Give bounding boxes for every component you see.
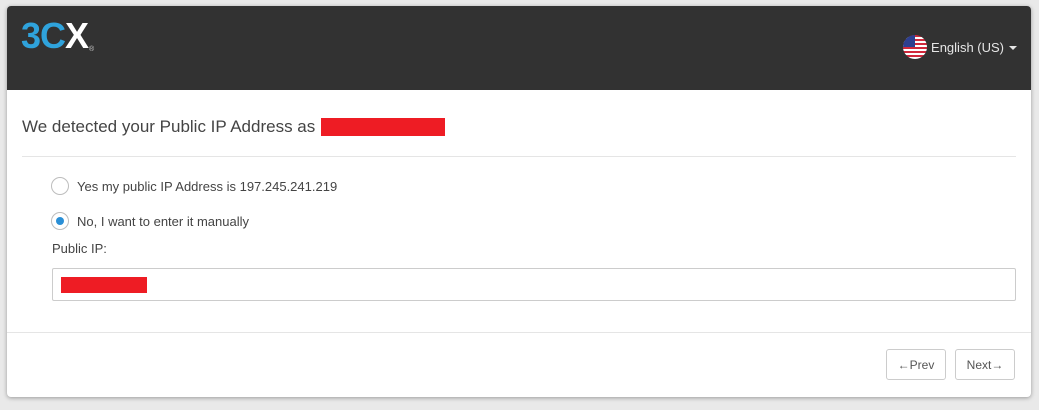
top-bar: 3 C X ® English (US) <box>7 6 1031 90</box>
option-manual-ip-label: No, I want to enter it manually <box>77 213 249 229</box>
public-ip-input[interactable] <box>52 268 1016 301</box>
option-manual-ip[interactable]: No, I want to enter it manually <box>51 212 249 230</box>
wizard-panel: 3 C X ® English (US) We detected your Pu… <box>7 6 1031 397</box>
prev-button[interactable]: ←Prev <box>886 349 946 380</box>
option-auto-ip-label: Yes my public IP Address is 197.245.241.… <box>77 178 338 194</box>
3cx-logo: 3 C X ® <box>21 15 94 56</box>
page-title: We detected your Public IP Address as <box>22 117 446 137</box>
next-button[interactable]: Next→ <box>955 349 1015 380</box>
option-auto-ip[interactable]: Yes my public IP Address is 197.245.241.… <box>51 177 337 195</box>
footer-divider <box>7 332 1031 333</box>
caret-down-icon <box>1009 46 1017 50</box>
divider <box>22 156 1016 157</box>
language-selector[interactable]: English (US) <box>903 35 1017 59</box>
radio-auto-ip[interactable] <box>51 177 69 195</box>
public-ip-label: Public IP: <box>52 241 107 256</box>
redacted-ip-value <box>61 277 147 293</box>
us-flag-icon <box>903 35 928 59</box>
radio-manual-ip[interactable] <box>51 212 69 230</box>
page-title-text: We detected your Public IP Address as <box>22 117 316 136</box>
redacted-ip <box>321 118 446 136</box>
language-label: English (US) <box>931 39 1004 55</box>
